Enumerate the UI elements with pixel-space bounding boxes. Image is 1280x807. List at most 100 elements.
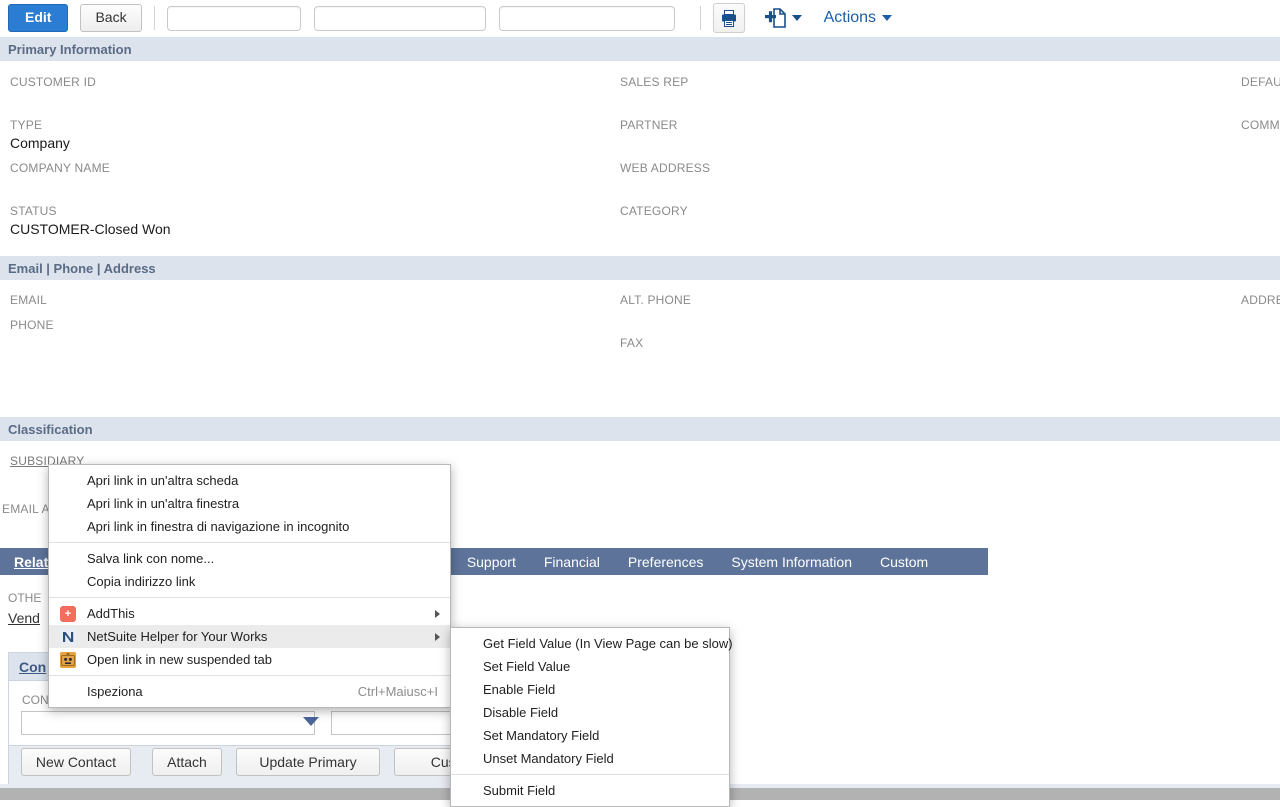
netsuite-helper-submenu[interactable]: Get Field Value (In View Page can be slo… bbox=[450, 627, 733, 807]
tab-support[interactable]: Support bbox=[453, 554, 530, 570]
field-value-status: CUSTOMER-Closed Won bbox=[10, 221, 171, 237]
browser-context-menu[interactable]: Apri link in un'altra scheda Apri link i… bbox=[48, 464, 451, 708]
quick-search-input-3[interactable] bbox=[498, 5, 675, 31]
addthis-icon: + bbox=[60, 605, 76, 622]
quick-search-input-2[interactable] bbox=[313, 5, 486, 31]
field-label-type: TYPE bbox=[10, 118, 43, 132]
field-label-default-receivables: DEFAU bbox=[1241, 75, 1280, 89]
submenu-item-label: Disable Field bbox=[483, 705, 559, 720]
actions-menu-button[interactable]: Actions bbox=[823, 9, 893, 27]
submenu-item-enable-field[interactable]: Enable Field bbox=[451, 678, 729, 701]
section-title: Classification bbox=[8, 421, 93, 437]
submenu-item-submit-field[interactable]: Submit Field bbox=[451, 779, 729, 802]
submenu-item-label: Get Field Value (In View Page can be slo… bbox=[483, 636, 733, 651]
tab-label: Support bbox=[466, 553, 516, 570]
submenu-item-label: Enable Field bbox=[483, 682, 556, 697]
context-menu-separator bbox=[49, 597, 450, 598]
field-label-email-alias: EMAIL A bbox=[2, 502, 50, 516]
submenu-item-unset-mandatory-field[interactable]: Unset Mandatory Field bbox=[451, 747, 729, 770]
attach-button[interactable]: Attach bbox=[152, 748, 222, 776]
section-header-primary-information: Primary Information bbox=[0, 37, 1280, 61]
toolbar-divider-2 bbox=[699, 6, 701, 30]
context-menu-item-label: Copia indirizzo link bbox=[87, 574, 196, 589]
new-record-button[interactable] bbox=[764, 8, 802, 28]
tab-label: Relat bbox=[14, 553, 49, 570]
context-menu-item-copy-link-address[interactable]: Copia indirizzo link bbox=[49, 570, 450, 593]
field-label-customer-id: CUSTOMER ID bbox=[10, 75, 96, 89]
context-menu-item-label: Apri link in un'altra scheda bbox=[87, 473, 239, 488]
context-menu-item-label: AddThis bbox=[87, 606, 135, 621]
context-menu-item-addthis[interactable]: + AddThis bbox=[49, 602, 450, 625]
new-document-icon bbox=[764, 8, 786, 28]
section-header-email-phone-address: Email | Phone | Address bbox=[0, 256, 1280, 280]
tab-label: Custom bbox=[879, 553, 929, 570]
field-label-comments: COMM bbox=[1241, 118, 1280, 132]
field-label-alt-phone: ALT. PHONE bbox=[620, 293, 692, 307]
sublist-tab-label: Con bbox=[19, 658, 47, 675]
chevron-right-icon bbox=[435, 609, 440, 618]
contact-select[interactable] bbox=[21, 711, 315, 735]
submenu-separator bbox=[451, 774, 729, 775]
suspended-tab-icon bbox=[60, 651, 76, 668]
context-menu-item-open-in-new-tab[interactable]: Apri link in un'altra scheda bbox=[49, 469, 450, 492]
submenu-item-get-field-value[interactable]: Get Field Value (In View Page can be slo… bbox=[451, 632, 733, 655]
tab-label: System Information bbox=[731, 553, 852, 570]
context-menu-item-label: Apri link in finestra di navigazione in … bbox=[87, 519, 350, 534]
chevron-down-icon bbox=[791, 15, 802, 21]
context-menu-item-open-in-incognito[interactable]: Apri link in finestra di navigazione in … bbox=[49, 515, 450, 538]
context-menu-item-netsuite-helper[interactable]: NetSuite Helper for Your Works bbox=[49, 625, 450, 648]
back-button[interactable]: Back bbox=[80, 4, 142, 32]
print-button[interactable] bbox=[712, 3, 745, 33]
update-primary-button[interactable]: Update Primary bbox=[236, 748, 380, 776]
print-icon bbox=[721, 9, 736, 27]
edit-button[interactable]: Edit bbox=[8, 4, 69, 32]
tab-preferences[interactable]: Preferences bbox=[614, 554, 717, 570]
tab-label: Preferences bbox=[627, 553, 704, 570]
submenu-item-set-field-value[interactable]: Set Field Value bbox=[451, 655, 729, 678]
context-menu-item-open-in-suspended-tab[interactable]: Open link in new suspended tab bbox=[49, 648, 450, 671]
field-label-sales-rep: SALES REP bbox=[620, 75, 689, 89]
context-menu-item-label: NetSuite Helper for Your Works bbox=[87, 629, 268, 644]
field-label-address: ADDRE bbox=[1241, 293, 1280, 307]
tab-financial[interactable]: Financial bbox=[530, 554, 614, 570]
field-label-partner: PARTNER bbox=[620, 118, 678, 132]
context-menu-separator bbox=[49, 542, 450, 543]
chevron-down-icon bbox=[882, 15, 893, 21]
submenu-item-label: Submit Field bbox=[483, 783, 556, 798]
section-title: Email | Phone | Address bbox=[8, 260, 156, 276]
field-label-fax: FAX bbox=[620, 336, 644, 350]
new-contact-button[interactable]: New Contact bbox=[21, 748, 131, 776]
submenu-item-label: Set Field Value bbox=[483, 659, 571, 674]
chevron-right-icon bbox=[435, 632, 440, 641]
netsuite-helper-icon bbox=[60, 628, 76, 645]
context-menu-item-save-link-as[interactable]: Salva link con nome... bbox=[49, 547, 450, 570]
submenu-item-label: Unset Mandatory Field bbox=[483, 751, 614, 766]
context-menu-item-inspect[interactable]: Ispeziona Ctrl+Maiusc+I bbox=[49, 680, 450, 703]
context-menu-item-shortcut: Ctrl+Maiusc+I bbox=[357, 684, 438, 699]
tab-custom[interactable]: Custom bbox=[866, 554, 942, 570]
tab-system-information[interactable]: System Information bbox=[717, 554, 866, 570]
section-title: Primary Information bbox=[8, 41, 132, 57]
field-value-type: Company bbox=[10, 135, 70, 151]
context-menu-separator bbox=[49, 675, 450, 676]
tab-label: Financial bbox=[543, 553, 600, 570]
section-header-classification: Classification bbox=[0, 417, 1280, 441]
field-label-email: EMAIL bbox=[10, 293, 48, 307]
actions-label: Actions bbox=[823, 9, 877, 26]
toolbar-divider-1 bbox=[153, 6, 155, 30]
sublist-field-label-contact: CON bbox=[22, 693, 49, 707]
context-menu-item-label: Salva link con nome... bbox=[87, 551, 215, 566]
field-label-web-address: WEB ADDRESS bbox=[620, 161, 711, 175]
chevron-down-icon[interactable] bbox=[303, 717, 319, 726]
top-toolbar: Edit Back Actions bbox=[0, 0, 1280, 36]
context-menu-item-label: Open link in new suspended tab bbox=[87, 652, 273, 667]
quick-search-input-1[interactable] bbox=[166, 5, 301, 31]
submenu-item-label: Set Mandatory Field bbox=[483, 728, 600, 743]
submenu-item-set-mandatory-field[interactable]: Set Mandatory Field bbox=[451, 724, 729, 747]
context-menu-item-label: Apri link in un'altra finestra bbox=[87, 496, 240, 511]
field-label-company-name: COMPANY NAME bbox=[10, 161, 110, 175]
vendor-link[interactable]: Vend bbox=[8, 610, 40, 626]
context-menu-item-open-in-new-window[interactable]: Apri link in un'altra finestra bbox=[49, 492, 450, 515]
field-label-phone: PHONE bbox=[10, 318, 54, 332]
submenu-item-disable-field[interactable]: Disable Field bbox=[451, 701, 729, 724]
